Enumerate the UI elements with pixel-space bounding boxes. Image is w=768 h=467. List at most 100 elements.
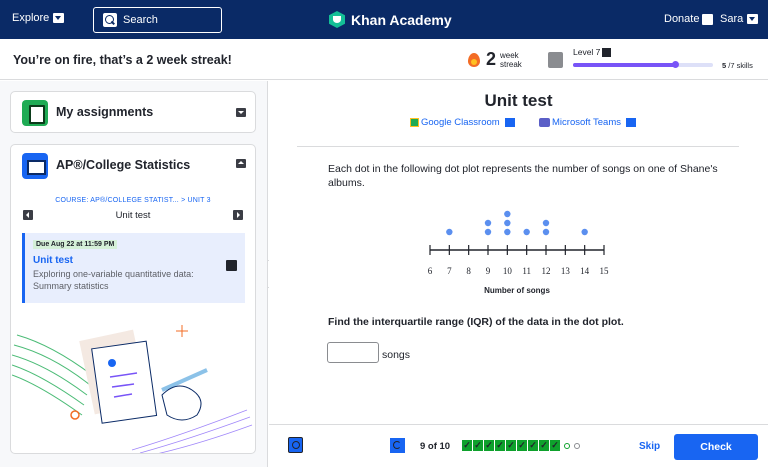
pending-question-dot-icon [574, 442, 580, 449]
skills-done: 5 [722, 61, 727, 70]
checkmark-icon: ✓ [517, 440, 527, 451]
streak-unit-line1: week [500, 51, 519, 60]
explore-menu[interactable]: Explore [12, 12, 65, 24]
x-tick-label-13: 13 [561, 266, 571, 276]
google-classroom-label: Google Classroom [421, 117, 500, 128]
data-dot-12-1 [542, 228, 550, 236]
course-title[interactable]: AP®/College Statistics [56, 158, 190, 172]
microsoft-teams-icon [539, 118, 550, 127]
next-unit-arrow-icon[interactable] [233, 210, 243, 220]
skills-total: /7 skills [728, 61, 753, 70]
skills-count: 5 /7 skills [722, 61, 753, 70]
assignments-icon [22, 100, 48, 126]
google-classroom-icon [410, 118, 419, 127]
checkmark-icon: ✓ [506, 440, 516, 451]
course-breadcrumb[interactable]: COURSE: AP®/COLLEGE STATIST... > UNIT 3 [11, 197, 255, 204]
chevron-down-icon [53, 13, 65, 23]
streak-bar: You’re on fire, that’s a 2 week streak! [0, 39, 768, 80]
unit-name: Unit test [115, 210, 151, 221]
chevron-down-icon [747, 14, 759, 24]
logo-text: Khan Academy [351, 11, 452, 28]
course-card: AP®/College Statistics COURSE: AP®/COLLE… [10, 144, 256, 454]
search-button[interactable]: Search [93, 7, 222, 33]
top-nav-bar: Explore Search Khan Academy Donate Sara [0, 0, 768, 39]
dot-plot-chart: 6 7 8 9 10 11 12 13 14 15 Number of songs [428, 210, 610, 295]
data-dot-10-3 [504, 210, 511, 218]
user-menu[interactable]: Sara [720, 13, 759, 25]
share-google-classroom[interactable]: Google Classroom [410, 117, 515, 128]
current-question-dot-icon [564, 442, 570, 449]
checkmark-icon: ✓ [495, 440, 505, 451]
data-dot-7-1 [446, 228, 453, 236]
checkmark-icon: ✓ [484, 440, 494, 451]
data-dot-9-1 [484, 228, 492, 236]
data-dot-9-2 [484, 219, 492, 227]
checkmark-icon: ✓ [462, 440, 472, 451]
x-tick-label-15: 15 [600, 266, 610, 276]
level-progress-bar [573, 61, 713, 68]
data-dot-10-1 [504, 228, 511, 236]
x-axis-label: Number of songs [484, 286, 550, 295]
skip-button[interactable]: Skip [639, 441, 660, 452]
donate-link[interactable]: Donate [664, 13, 714, 25]
question-progress-text: 9 of 10 [420, 441, 451, 452]
checkmark-icon: ✓ [539, 440, 549, 451]
streak-message: You’re on fire, that’s a 2 week streak! [13, 53, 232, 67]
share-microsoft-teams[interactable]: Microsoft Teams [539, 117, 636, 128]
checkmark-icon: ✓ [473, 440, 483, 451]
answer-input[interactable] [327, 342, 379, 363]
data-dot-14-1 [581, 228, 588, 236]
question-progress-checks: ✓ ✓ ✓ ✓ ✓ ✓ ✓ ✓ ✓ [462, 440, 580, 451]
microsoft-teams-label: Microsoft Teams [552, 117, 621, 128]
level-badge-icon[interactable] [548, 52, 563, 68]
task-description: Exploring one-variable quantitative data… [33, 269, 194, 291]
task-type-icon [226, 260, 237, 271]
task-title[interactable]: Unit test [33, 255, 73, 266]
x-tick-label-9: 9 [486, 266, 491, 276]
data-dot-11-1 [523, 228, 530, 236]
streak-count: 2 [486, 49, 497, 69]
khan-leaf-icon [329, 11, 345, 28]
checkmark-icon: ✓ [528, 440, 538, 451]
answer-unit-label: songs [382, 349, 411, 361]
page-title: Unit test [484, 91, 553, 110]
my-assignments-card[interactable]: My assignments [10, 91, 256, 133]
level-indicator: Level 7 [573, 47, 612, 57]
student-illustration [12, 325, 253, 453]
unit-navigator: Unit test [11, 208, 255, 222]
my-assignments-title: My assignments [56, 105, 154, 119]
level-progress-fill [573, 63, 676, 67]
calculator-icon[interactable] [288, 437, 303, 453]
level-label: Level 7 [573, 47, 601, 57]
due-badge: Due Aug 22 at 11:59 PM [33, 240, 118, 249]
check-button[interactable]: Check [674, 434, 758, 460]
task-item[interactable]: Due Aug 22 at 11:59 PM Unit test Explori… [22, 233, 245, 303]
flame-icon [468, 53, 480, 67]
search-icon [103, 13, 117, 27]
streak-unit: week streak [500, 51, 522, 69]
data-dot-10-2 [504, 219, 511, 227]
x-tick-label-7: 7 [447, 266, 452, 276]
external-link-icon [625, 118, 636, 127]
streak-unit-line2: streak [500, 60, 522, 69]
khan-academy-logo[interactable]: Khan Academy [329, 11, 452, 28]
x-tick-label-8: 8 [466, 266, 471, 276]
external-link-icon [702, 13, 714, 25]
chevron-up-icon[interactable] [236, 159, 246, 168]
level-progress-marker [672, 61, 680, 68]
question-text: Each dot in the following dot plot repre… [328, 163, 718, 189]
x-tick-label-10: 10 [503, 266, 512, 276]
data-dot-12-2 [542, 219, 550, 227]
restart-icon[interactable] [390, 438, 405, 453]
x-tick-label-6: 6 [428, 266, 433, 276]
user-name: Sara [720, 13, 744, 25]
search-label: Search [123, 14, 158, 26]
x-tick-label-14: 14 [580, 266, 590, 276]
question-prompt: Find the interquartile range (IQR) of th… [328, 316, 624, 328]
x-tick-label-11: 11 [522, 266, 531, 276]
info-icon[interactable] [602, 47, 612, 57]
donate-label: Donate [664, 13, 700, 25]
chevron-down-icon[interactable] [236, 108, 246, 117]
checkmark-icon: ✓ [550, 440, 560, 451]
external-link-icon [504, 118, 515, 127]
